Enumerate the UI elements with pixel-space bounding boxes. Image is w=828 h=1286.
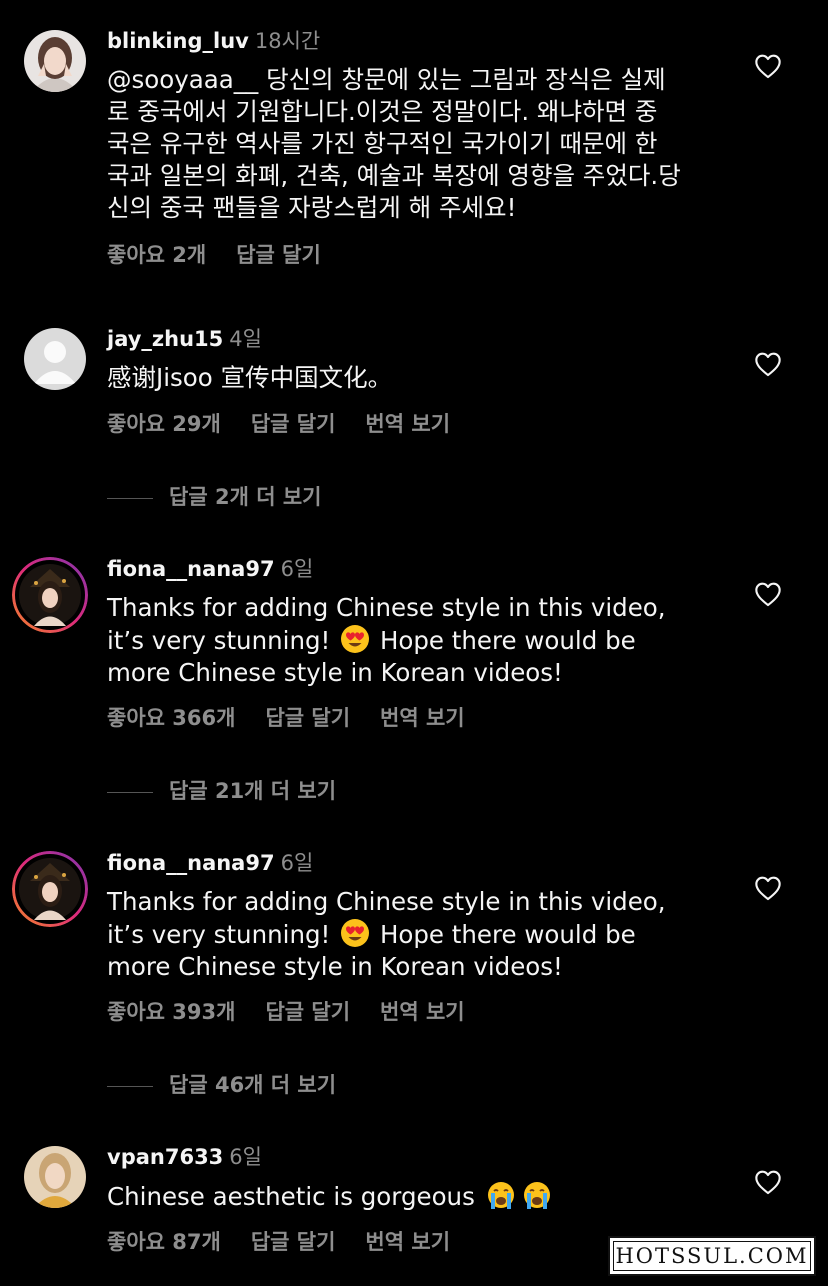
translate-button[interactable]: 번역 보기	[380, 1000, 465, 1024]
likes-count[interactable]: 좋아요 393개	[107, 1000, 235, 1024]
comment-text-segment: Chinese aesthetic is gorgeous	[107, 1182, 475, 1211]
username[interactable]: jay_zhu15	[107, 327, 223, 351]
heart-icon[interactable]	[754, 1169, 782, 1195]
translate-button[interactable]: 번역 보기	[380, 706, 465, 730]
loudly-crying-emoji	[487, 1182, 514, 1209]
comment-text-line: it’s very stunning! Hope there would be	[107, 624, 727, 657]
avatar[interactable]	[24, 1146, 86, 1208]
comment-text-line: 感谢Jisoo 宣传中国文化。	[107, 363, 393, 392]
comment-text-line: Thanks for adding Chinese style in this …	[107, 593, 666, 622]
comment-text-segment: Hope there would be	[379, 626, 636, 655]
watermark: HOTSSUL.COM	[608, 1236, 816, 1276]
comment-header: fiona__nana97 6일	[107, 850, 313, 876]
avatar[interactable]	[24, 30, 86, 92]
comment-text-line: more Chinese style in Korean videos!	[107, 952, 563, 981]
heart-icon[interactable]	[754, 53, 782, 79]
likes-count[interactable]: 좋아요 29개	[107, 412, 221, 436]
likes-count[interactable]: 좋아요 2개	[107, 243, 206, 267]
comment-actions: 좋아요 29개 답글 달기 번역 보기	[107, 411, 480, 437]
comment-text-segment: Hope there would be	[379, 920, 636, 949]
loudly-crying-emoji	[523, 1182, 550, 1209]
comment-text-line: Thanks for adding Chinese style in this …	[107, 887, 666, 916]
likes-count[interactable]: 좋아요 87개	[107, 1230, 221, 1254]
comment-text-line: Chinese aesthetic is gorgeous	[107, 1180, 727, 1213]
comment-text-line: @sooyaaa__ 당신의 창문에 있는 그림과 장식은 실제	[107, 65, 666, 94]
comment-header: vpan7633 6일	[107, 1144, 262, 1170]
username[interactable]: blinking_luv	[107, 29, 249, 53]
likes-count[interactable]: 좋아요 366개	[107, 706, 235, 730]
heart-eyes-emoji	[341, 919, 370, 947]
reply-button[interactable]: 답글 달기	[251, 412, 336, 436]
timestamp: 18시간	[254, 29, 321, 53]
comment-text: 感谢Jisoo 宣传中国文化。	[107, 362, 727, 394]
comment-text: Thanks for adding Chinese style in this …	[107, 592, 727, 689]
avatar[interactable]	[12, 851, 88, 927]
timestamp: 6일	[229, 1145, 262, 1169]
comment-header: blinking_luv 18시간	[107, 28, 320, 54]
reply-button[interactable]: 답글 달기	[236, 243, 321, 267]
comment-text-line: 로 중국에서 기원합니다.이것은 정말이다. 왜냐하면 중	[107, 97, 658, 126]
comment-text-line: 신의 중국 팬들을 자랑스럽게 해 주세요!	[107, 193, 517, 222]
view-more-replies[interactable]: 답글 21개 더 보기	[107, 778, 336, 804]
comment-header: fiona__nana97 6일	[107, 556, 313, 582]
heart-icon[interactable]	[754, 581, 782, 607]
timestamp: 6일	[280, 851, 314, 875]
comment-text: Thanks for adding Chinese style in this …	[107, 886, 727, 983]
comment-text-line: 국과 일본의 화폐, 건축, 예술과 복장에 영향을 주었다.당	[107, 161, 681, 190]
avatar[interactable]	[12, 557, 88, 633]
username[interactable]: fiona__nana97	[107, 851, 275, 875]
username[interactable]: vpan7633	[107, 1145, 223, 1169]
heart-icon[interactable]	[754, 351, 782, 377]
comment-text-line: it’s very stunning! Hope there would be	[107, 918, 727, 951]
divider	[107, 791, 153, 793]
view-more-replies[interactable]: 답글 2개 더 보기	[107, 484, 321, 510]
reply-button[interactable]: 답글 달기	[265, 706, 350, 730]
username[interactable]: fiona__nana97	[107, 557, 275, 581]
view-more-replies-label: 답글 21개 더 보기	[169, 779, 337, 803]
comment-text: @sooyaaa__ 당신의 창문에 있는 그림과 장식은 실제 로 중국에서 …	[107, 64, 727, 224]
comment-header: jay_zhu15 4일	[107, 326, 262, 352]
comment-actions: 좋아요 87개 답글 달기 번역 보기	[107, 1229, 480, 1255]
heart-eyes-emoji	[341, 625, 370, 653]
comment-text-segment: it’s very stunning!	[107, 920, 331, 949]
avatar[interactable]	[24, 328, 86, 390]
timestamp: 6일	[280, 557, 314, 581]
comment-text: Chinese aesthetic is gorgeous	[107, 1180, 727, 1213]
comment-text-segment: it’s very stunning!	[107, 626, 331, 655]
translate-button[interactable]: 번역 보기	[365, 412, 450, 436]
reply-button[interactable]: 답글 달기	[265, 1000, 350, 1024]
comment-actions: 좋아요 366개 답글 달기 번역 보기	[107, 705, 495, 731]
heart-icon[interactable]	[754, 875, 782, 901]
translate-button[interactable]: 번역 보기	[365, 1230, 450, 1254]
timestamp: 4일	[229, 327, 262, 351]
reply-button[interactable]: 답글 달기	[251, 1230, 336, 1254]
divider	[107, 1085, 153, 1087]
comment-text-line: more Chinese style in Korean videos!	[107, 658, 563, 687]
comment-text-line: 국은 유구한 역사를 가진 항구적인 국가이기 때문에 한	[107, 129, 658, 158]
divider	[107, 497, 153, 499]
comment-actions: 좋아요 2개 답글 달기	[107, 242, 351, 268]
comment-actions: 좋아요 393개 답글 달기 번역 보기	[107, 999, 495, 1025]
view-more-replies[interactable]: 답글 46개 더 보기	[107, 1072, 336, 1098]
view-more-replies-label: 답글 46개 더 보기	[169, 1073, 337, 1097]
view-more-replies-label: 답글 2개 더 보기	[169, 485, 322, 509]
